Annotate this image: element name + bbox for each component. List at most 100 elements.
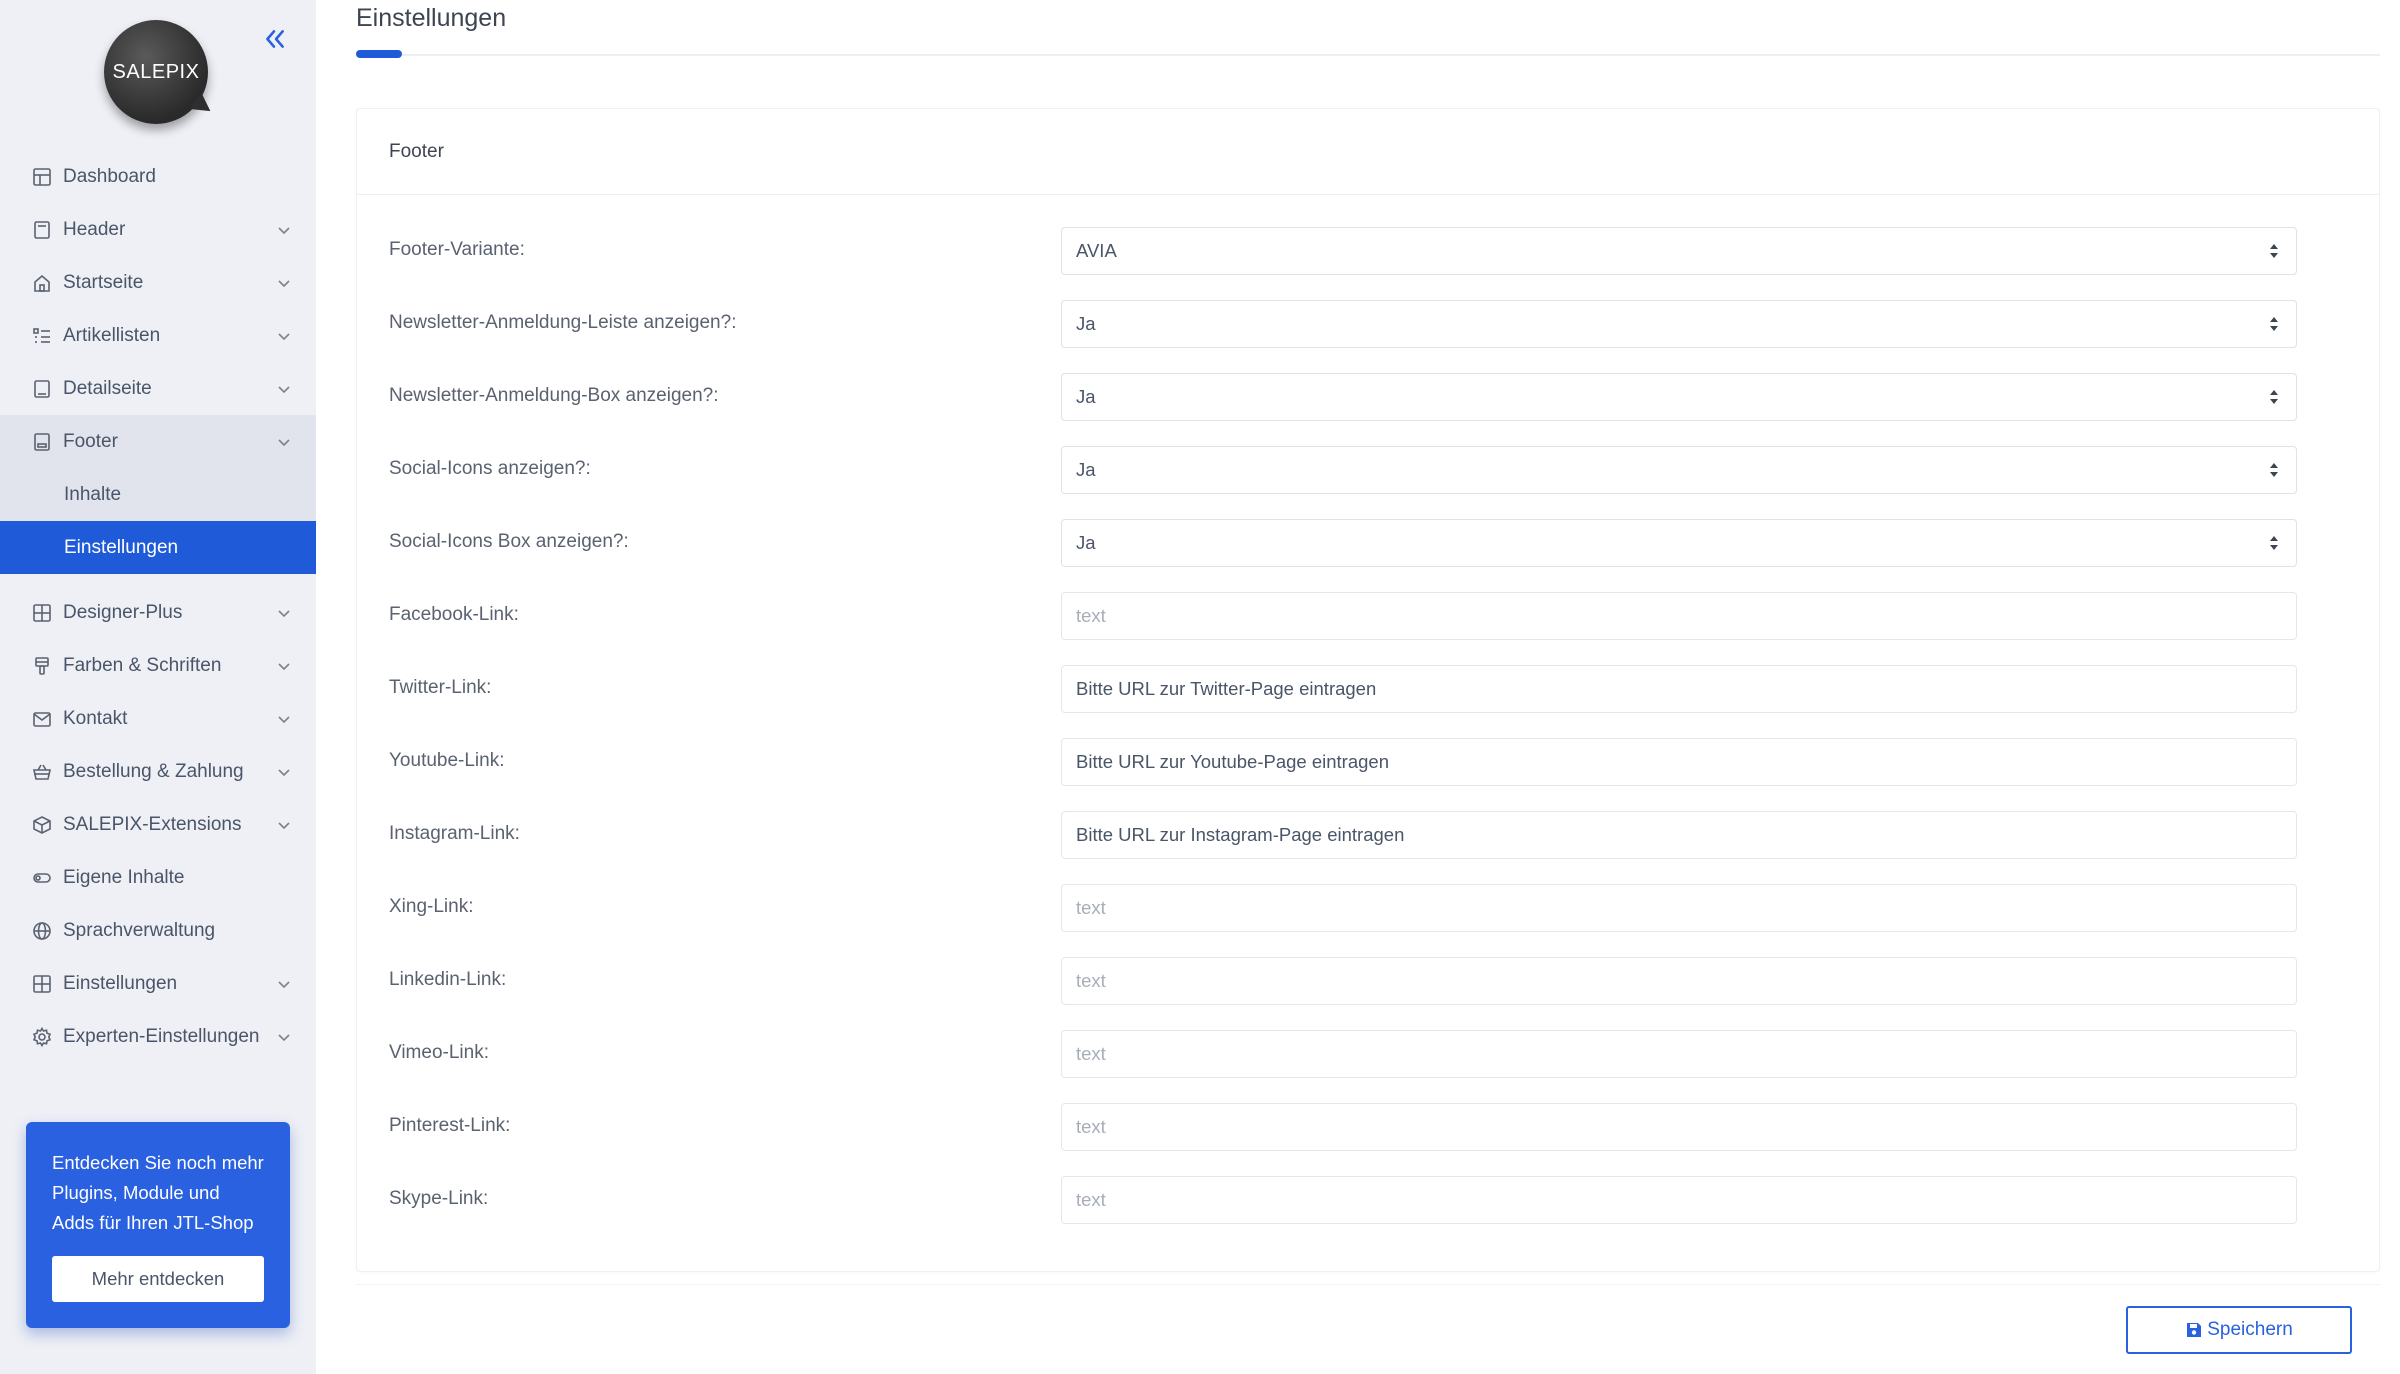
action-bar	[356, 1284, 2380, 1374]
linkedin-link-input[interactable]	[1061, 957, 2297, 1005]
chevron-down-icon	[278, 662, 290, 670]
field-label: Vimeo-Link:	[389, 1042, 489, 1063]
brush-icon	[32, 656, 52, 676]
chevron-down-icon	[278, 609, 290, 617]
field-label: Xing-Link:	[389, 896, 474, 917]
newsletter-box-select[interactable]: Ja	[1061, 373, 2297, 421]
sort-arrows-icon	[2270, 244, 2278, 258]
vimeo-link-input[interactable]	[1061, 1030, 2297, 1078]
sidebar-item-label: Startseite	[63, 271, 144, 293]
sidebar-item-label: Designer-Plus	[63, 601, 183, 623]
dashboard-icon	[32, 167, 52, 187]
select-value: Ja	[1076, 532, 1096, 553]
sidebar-item-artikellisten[interactable]: Artikellisten	[0, 309, 316, 362]
title-divider	[356, 54, 2380, 56]
double-chevron-left-icon	[266, 30, 284, 48]
sidebar-item-label: Dashboard	[63, 165, 156, 187]
chevron-down-icon	[278, 821, 290, 829]
chevron-down-icon	[278, 438, 290, 446]
sidebar-item-bestellung-zahlung[interactable]: Bestellung & Zahlung	[0, 745, 316, 798]
field-label: Twitter-Link:	[389, 677, 492, 698]
sidebar-item-label: Artikellisten	[63, 324, 161, 346]
sidebar-item-sprachverwaltung[interactable]: Sprachverwaltung	[0, 904, 316, 957]
field-label: Social-Icons anzeigen?:	[389, 458, 591, 479]
sidebar-item-label: Experten-Einstellungen	[63, 1025, 260, 1047]
sidebar-item-label: Detailseite	[63, 377, 152, 399]
sidebar-item-footer[interactable]: Footer	[0, 415, 316, 468]
sidebar-item-kontakt[interactable]: Kontakt	[0, 692, 316, 745]
form-row: Pinterest-Link:	[357, 1103, 2381, 1151]
youtube-link-input[interactable]	[1061, 738, 2297, 786]
xing-link-input[interactable]	[1061, 884, 2297, 932]
pinterest-link-input[interactable]	[1061, 1103, 2297, 1151]
sidebar: SALEPIX Dashboard Header Startseite Arti…	[0, 0, 316, 1374]
sidebar-item-experten-einstellungen[interactable]: Experten-Einstellungen	[0, 1010, 316, 1063]
logo[interactable]: SALEPIX	[104, 20, 216, 132]
field-label: Instagram-Link:	[389, 823, 520, 844]
facebook-link-input[interactable]	[1061, 592, 2297, 640]
sort-arrows-icon	[2270, 317, 2278, 331]
grid-icon	[32, 603, 52, 623]
gear-icon	[32, 1026, 52, 1047]
logo-badge: SALEPIX	[104, 20, 208, 124]
sidebar-item-label: Bestellung & Zahlung	[63, 760, 244, 782]
field-label: Facebook-Link:	[389, 604, 519, 625]
form-row: Youtube-Link:	[357, 738, 2381, 786]
social-icons-select[interactable]: Ja	[1061, 446, 2297, 494]
save-label: Speichern	[2207, 1319, 2293, 1340]
field-label: Linkedin-Link:	[389, 969, 507, 990]
chevron-down-icon	[278, 226, 290, 234]
chevron-down-icon	[278, 332, 290, 340]
floppy-disk-icon	[2187, 1323, 2202, 1337]
field-label: Pinterest-Link:	[389, 1115, 511, 1136]
list-icon	[32, 326, 52, 346]
card-title: Footer	[357, 109, 2379, 195]
sidebar-item-startseite[interactable]: Startseite	[0, 256, 316, 309]
chevron-down-icon	[278, 279, 290, 287]
sidebar-item-salepix-extensions[interactable]: SALEPIX-Extensions	[0, 798, 316, 851]
form-row: Newsletter-Anmeldung-Box anzeigen?: Ja	[357, 373, 2381, 421]
title-accent-bar	[356, 50, 402, 58]
mail-icon	[32, 709, 52, 729]
discover-more-button[interactable]: Mehr entdecken	[52, 1256, 264, 1302]
sidebar-item-dashboard[interactable]: Dashboard	[0, 150, 316, 203]
sidebar-item-detailseite[interactable]: Detailseite	[0, 362, 316, 415]
field-label: Footer-Variante:	[389, 239, 525, 260]
footer-variant-select[interactable]: AVIA	[1061, 227, 2297, 275]
chevron-down-icon	[278, 385, 290, 393]
skype-link-input[interactable]	[1061, 1176, 2297, 1224]
social-icons-box-select[interactable]: Ja	[1061, 519, 2297, 567]
form-row: Social-Icons anzeigen?: Ja	[357, 446, 2381, 494]
save-button[interactable]: Speichern	[2126, 1306, 2352, 1354]
footer-submenu: Inhalte Einstellungen	[0, 468, 316, 574]
settings-card: Footer Footer-Variante: AVIA Newsletter-…	[356, 108, 2380, 1272]
toggle-icon	[32, 868, 52, 888]
chevron-down-icon	[278, 980, 290, 988]
sidebar-item-designer-plus[interactable]: Designer-Plus	[0, 586, 316, 639]
sidebar-item-header[interactable]: Header	[0, 203, 316, 256]
footer-icon	[32, 432, 52, 452]
form-row: Footer-Variante: AVIA	[357, 227, 2381, 275]
newsletter-bar-select[interactable]: Ja	[1061, 300, 2297, 348]
globe-icon	[32, 921, 52, 941]
form-row: Newsletter-Anmeldung-Leiste anzeigen?: J…	[357, 300, 2381, 348]
promo-box: Entdecken Sie noch mehr Plugins, Module …	[26, 1122, 290, 1328]
select-value: Ja	[1076, 459, 1096, 480]
instagram-link-input[interactable]	[1061, 811, 2297, 859]
form-row: Twitter-Link:	[357, 665, 2381, 713]
select-value: AVIA	[1076, 240, 1117, 261]
basket-icon	[32, 762, 52, 782]
form-row: Linkedin-Link:	[357, 957, 2381, 1005]
sidebar-item-einstellungen[interactable]: Einstellungen	[0, 957, 316, 1010]
collapse-sidebar-button[interactable]	[258, 22, 292, 56]
sidebar-item-farben-schriften[interactable]: Farben & Schriften	[0, 639, 316, 692]
sidebar-subitem-inhalte[interactable]: Inhalte	[0, 468, 316, 521]
sidebar-subitem-einstellungen[interactable]: Einstellungen	[0, 521, 316, 574]
chevron-down-icon	[278, 768, 290, 776]
sidebar-item-label: Einstellungen	[63, 972, 178, 994]
select-value: Ja	[1076, 313, 1096, 334]
form-row: Xing-Link:	[357, 884, 2381, 932]
twitter-link-input[interactable]	[1061, 665, 2297, 713]
chevron-down-icon	[278, 1033, 290, 1041]
sidebar-item-eigene-inhalte[interactable]: Eigene Inhalte	[0, 851, 316, 904]
